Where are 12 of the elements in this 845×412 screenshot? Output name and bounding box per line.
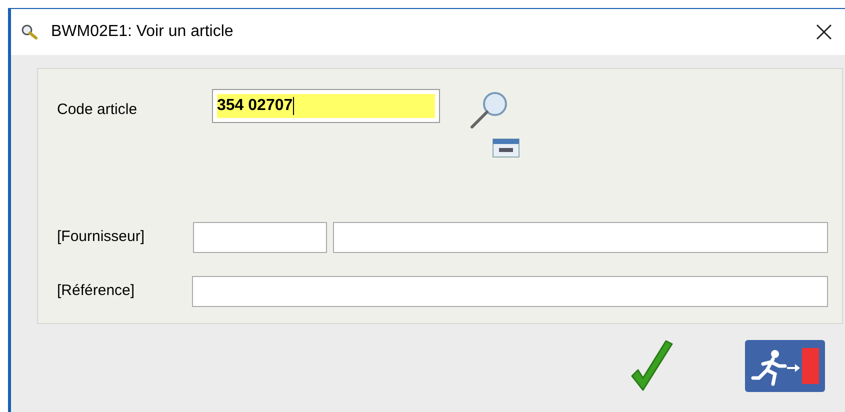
field-label: [Référence] [57,281,136,302]
exit-button[interactable] [745,340,825,392]
search-icon [21,24,39,40]
field-label: Code article [57,100,138,120]
window-title: BWM02E1: Voir un article [51,22,234,42]
field-label: [Fournisseur] [57,227,146,248]
text-field-icon[interactable] [491,137,521,159]
input-field[interactable] [193,222,327,253]
input-field[interactable] [192,276,828,307]
input-field[interactable]: 354 02707 [212,89,440,123]
close-icon[interactable] [815,23,833,41]
input-field[interactable] [333,222,828,253]
